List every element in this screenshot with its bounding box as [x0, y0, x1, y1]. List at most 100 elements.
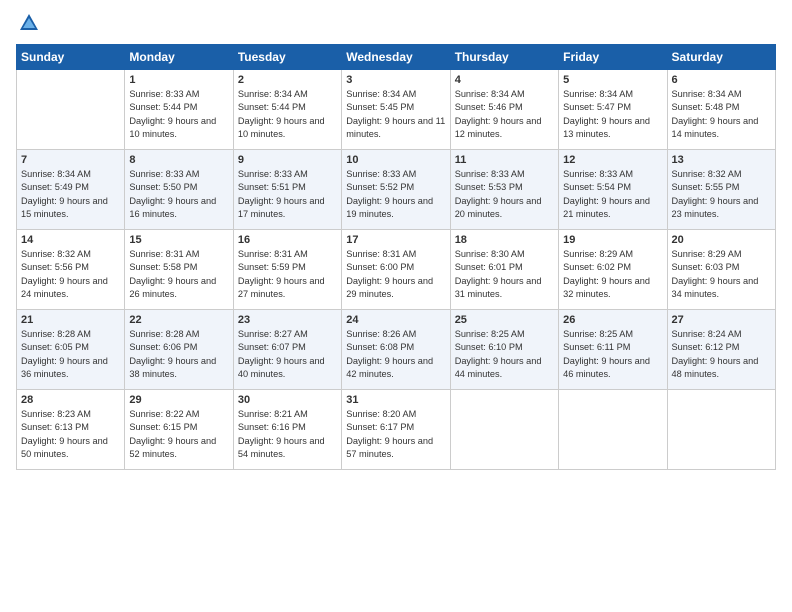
day-info: Sunrise: 8:22 AMSunset: 6:15 PMDaylight:… [129, 408, 228, 461]
day-info: Sunrise: 8:21 AMSunset: 6:16 PMDaylight:… [238, 408, 337, 461]
day-info: Sunrise: 8:33 AMSunset: 5:44 PMDaylight:… [129, 88, 228, 141]
weekday-header: Wednesday [342, 45, 450, 70]
day-number: 29 [129, 394, 228, 406]
calendar-day-cell: 13 Sunrise: 8:32 AMSunset: 5:55 PMDaylig… [667, 150, 775, 230]
calendar-week-row: 21 Sunrise: 8:28 AMSunset: 6:05 PMDaylig… [17, 310, 776, 390]
calendar-day-cell: 31 Sunrise: 8:20 AMSunset: 6:17 PMDaylig… [342, 390, 450, 470]
header-row: SundayMondayTuesdayWednesdayThursdayFrid… [17, 45, 776, 70]
calendar-day-cell [450, 390, 558, 470]
calendar-day-cell: 2 Sunrise: 8:34 AMSunset: 5:44 PMDayligh… [233, 70, 341, 150]
calendar-day-cell [559, 390, 667, 470]
day-info: Sunrise: 8:32 AMSunset: 5:56 PMDaylight:… [21, 248, 120, 301]
logo-icon [18, 12, 40, 34]
calendar-day-cell: 4 Sunrise: 8:34 AMSunset: 5:46 PMDayligh… [450, 70, 558, 150]
calendar-table: SundayMondayTuesdayWednesdayThursdayFrid… [16, 44, 776, 470]
day-number: 14 [21, 234, 120, 246]
calendar-day-cell: 20 Sunrise: 8:29 AMSunset: 6:03 PMDaylig… [667, 230, 775, 310]
calendar-day-cell [17, 70, 125, 150]
day-info: Sunrise: 8:26 AMSunset: 6:08 PMDaylight:… [346, 328, 445, 381]
header [16, 16, 776, 34]
calendar-day-cell: 22 Sunrise: 8:28 AMSunset: 6:06 PMDaylig… [125, 310, 233, 390]
calendar-day-cell: 6 Sunrise: 8:34 AMSunset: 5:48 PMDayligh… [667, 70, 775, 150]
day-number: 13 [672, 154, 771, 166]
weekday-header: Thursday [450, 45, 558, 70]
day-number: 30 [238, 394, 337, 406]
day-number: 27 [672, 314, 771, 326]
day-number: 5 [563, 74, 662, 86]
weekday-header: Tuesday [233, 45, 341, 70]
day-number: 16 [238, 234, 337, 246]
day-info: Sunrise: 8:31 AMSunset: 5:58 PMDaylight:… [129, 248, 228, 301]
day-info: Sunrise: 8:34 AMSunset: 5:49 PMDaylight:… [21, 168, 120, 221]
day-info: Sunrise: 8:33 AMSunset: 5:54 PMDaylight:… [563, 168, 662, 221]
calendar-day-cell: 5 Sunrise: 8:34 AMSunset: 5:47 PMDayligh… [559, 70, 667, 150]
day-info: Sunrise: 8:34 AMSunset: 5:45 PMDaylight:… [346, 88, 445, 141]
calendar-day-cell: 29 Sunrise: 8:22 AMSunset: 6:15 PMDaylig… [125, 390, 233, 470]
day-number: 22 [129, 314, 228, 326]
day-info: Sunrise: 8:28 AMSunset: 6:05 PMDaylight:… [21, 328, 120, 381]
day-info: Sunrise: 8:34 AMSunset: 5:48 PMDaylight:… [672, 88, 771, 141]
day-number: 12 [563, 154, 662, 166]
weekday-header: Sunday [17, 45, 125, 70]
calendar-day-cell: 10 Sunrise: 8:33 AMSunset: 5:52 PMDaylig… [342, 150, 450, 230]
calendar-day-cell: 17 Sunrise: 8:31 AMSunset: 6:00 PMDaylig… [342, 230, 450, 310]
calendar-week-row: 1 Sunrise: 8:33 AMSunset: 5:44 PMDayligh… [17, 70, 776, 150]
calendar-day-cell: 1 Sunrise: 8:33 AMSunset: 5:44 PMDayligh… [125, 70, 233, 150]
day-info: Sunrise: 8:27 AMSunset: 6:07 PMDaylight:… [238, 328, 337, 381]
day-info: Sunrise: 8:33 AMSunset: 5:51 PMDaylight:… [238, 168, 337, 221]
day-number: 28 [21, 394, 120, 406]
calendar-day-cell: 11 Sunrise: 8:33 AMSunset: 5:53 PMDaylig… [450, 150, 558, 230]
calendar-day-cell: 15 Sunrise: 8:31 AMSunset: 5:58 PMDaylig… [125, 230, 233, 310]
calendar-day-cell: 8 Sunrise: 8:33 AMSunset: 5:50 PMDayligh… [125, 150, 233, 230]
day-number: 23 [238, 314, 337, 326]
day-number: 26 [563, 314, 662, 326]
day-info: Sunrise: 8:32 AMSunset: 5:55 PMDaylight:… [672, 168, 771, 221]
calendar-day-cell [667, 390, 775, 470]
calendar-day-cell: 24 Sunrise: 8:26 AMSunset: 6:08 PMDaylig… [342, 310, 450, 390]
day-info: Sunrise: 8:34 AMSunset: 5:44 PMDaylight:… [238, 88, 337, 141]
day-info: Sunrise: 8:30 AMSunset: 6:01 PMDaylight:… [455, 248, 554, 301]
calendar-day-cell: 28 Sunrise: 8:23 AMSunset: 6:13 PMDaylig… [17, 390, 125, 470]
day-number: 6 [672, 74, 771, 86]
day-info: Sunrise: 8:33 AMSunset: 5:50 PMDaylight:… [129, 168, 228, 221]
calendar-day-cell: 27 Sunrise: 8:24 AMSunset: 6:12 PMDaylig… [667, 310, 775, 390]
weekday-header: Saturday [667, 45, 775, 70]
day-number: 2 [238, 74, 337, 86]
calendar-week-row: 7 Sunrise: 8:34 AMSunset: 5:49 PMDayligh… [17, 150, 776, 230]
logo [16, 16, 40, 34]
day-number: 4 [455, 74, 554, 86]
calendar-day-cell: 21 Sunrise: 8:28 AMSunset: 6:05 PMDaylig… [17, 310, 125, 390]
day-number: 3 [346, 74, 445, 86]
calendar-day-cell: 18 Sunrise: 8:30 AMSunset: 6:01 PMDaylig… [450, 230, 558, 310]
calendar-day-cell: 19 Sunrise: 8:29 AMSunset: 6:02 PMDaylig… [559, 230, 667, 310]
day-number: 20 [672, 234, 771, 246]
day-number: 15 [129, 234, 228, 246]
calendar-day-cell: 23 Sunrise: 8:27 AMSunset: 6:07 PMDaylig… [233, 310, 341, 390]
calendar-day-cell: 7 Sunrise: 8:34 AMSunset: 5:49 PMDayligh… [17, 150, 125, 230]
day-number: 18 [455, 234, 554, 246]
day-info: Sunrise: 8:34 AMSunset: 5:47 PMDaylight:… [563, 88, 662, 141]
calendar-day-cell: 3 Sunrise: 8:34 AMSunset: 5:45 PMDayligh… [342, 70, 450, 150]
day-info: Sunrise: 8:25 AMSunset: 6:11 PMDaylight:… [563, 328, 662, 381]
day-number: 9 [238, 154, 337, 166]
day-number: 17 [346, 234, 445, 246]
day-info: Sunrise: 8:20 AMSunset: 6:17 PMDaylight:… [346, 408, 445, 461]
calendar-week-row: 28 Sunrise: 8:23 AMSunset: 6:13 PMDaylig… [17, 390, 776, 470]
day-info: Sunrise: 8:29 AMSunset: 6:03 PMDaylight:… [672, 248, 771, 301]
day-info: Sunrise: 8:31 AMSunset: 5:59 PMDaylight:… [238, 248, 337, 301]
day-number: 31 [346, 394, 445, 406]
calendar-week-row: 14 Sunrise: 8:32 AMSunset: 5:56 PMDaylig… [17, 230, 776, 310]
day-info: Sunrise: 8:33 AMSunset: 5:52 PMDaylight:… [346, 168, 445, 221]
weekday-header: Monday [125, 45, 233, 70]
calendar-day-cell: 25 Sunrise: 8:25 AMSunset: 6:10 PMDaylig… [450, 310, 558, 390]
page-container: SundayMondayTuesdayWednesdayThursdayFrid… [0, 0, 792, 478]
day-number: 25 [455, 314, 554, 326]
calendar-day-cell: 30 Sunrise: 8:21 AMSunset: 6:16 PMDaylig… [233, 390, 341, 470]
day-number: 19 [563, 234, 662, 246]
day-info: Sunrise: 8:31 AMSunset: 6:00 PMDaylight:… [346, 248, 445, 301]
day-info: Sunrise: 8:33 AMSunset: 5:53 PMDaylight:… [455, 168, 554, 221]
calendar-day-cell: 16 Sunrise: 8:31 AMSunset: 5:59 PMDaylig… [233, 230, 341, 310]
day-number: 1 [129, 74, 228, 86]
day-number: 8 [129, 154, 228, 166]
day-number: 21 [21, 314, 120, 326]
